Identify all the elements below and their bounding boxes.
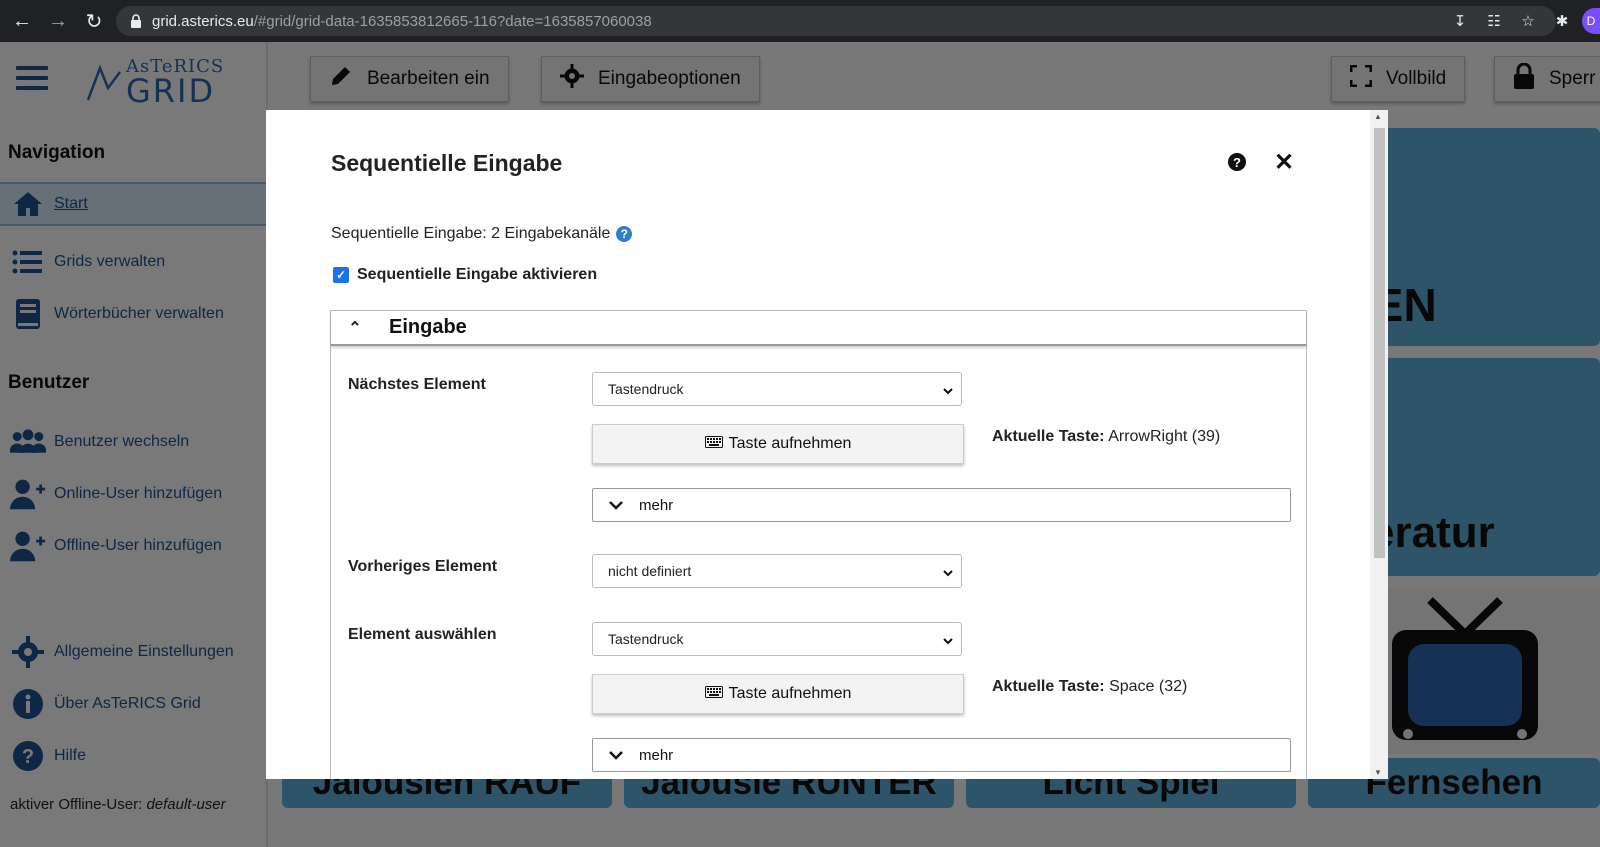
sequential-input-modal: Sequentielle Eingabe ? ✕ Sequentielle Ei… [266,110,1388,779]
url-host: grid.asterics.eu [152,12,254,30]
keyboard-icon [704,435,723,453]
current-key-select: Aktuelle Taste: Space (32) [992,678,1187,696]
forward-icon[interactable]: → [40,3,76,39]
current-key-next: Aktuelle Taste: ArrowRight (39) [992,428,1220,446]
install-icon[interactable]: ↧ [1446,8,1474,34]
enable-sequential-checkbox[interactable]: ✓ [333,267,349,283]
help-icon[interactable]: ? [1228,153,1246,171]
close-icon[interactable]: ✕ [1274,148,1294,177]
profile-avatar[interactable]: D [1582,8,1600,34]
record-key-label: Taste aufnehmen [728,435,852,452]
extensions-icon[interactable]: ✱ [1548,8,1576,34]
chevron-down-icon [943,633,953,645]
more-label: mehr [639,496,674,514]
enable-sequential-row: ✓ Sequentielle Eingabe aktivieren [333,266,597,284]
channel-info: Sequentielle Eingabe: 2 Eingabekanäle ? [331,225,633,243]
more-toggle-next[interactable]: mehr [592,488,1291,522]
translate-icon[interactable]: ☷ [1480,8,1508,34]
enable-sequential-label[interactable]: Sequentielle Eingabe aktivieren [357,266,597,284]
question-mark-icon[interactable]: ? [616,226,633,242]
next-element-select[interactable]: Tastendruck [592,372,962,406]
back-icon[interactable]: ← [4,3,40,39]
current-key-label: Aktuelle Taste: [992,428,1105,445]
modal-title: Sequentielle Eingabe [331,150,563,176]
more-toggle-select[interactable]: mehr [592,738,1291,772]
current-key-value: Space (32) [1109,678,1188,695]
address-bar[interactable]: grid.asterics.eu/#grid/grid-data-1635853… [116,6,1556,36]
select-value: nicht definiert [608,563,692,579]
next-element-label: Nächstes Element [348,376,486,393]
previous-element-select[interactable]: nicht definiert [592,554,962,588]
select-value: Tastendruck [608,381,684,397]
chevron-down-icon [943,565,953,577]
chevron-up-icon: ⌃ [348,319,362,337]
record-key-button-next[interactable]: Taste aufnehmen [592,424,964,464]
previous-element-label: Vorheriges Element [348,558,498,575]
scroll-up-icon[interactable]: ▲ [1374,112,1382,121]
select-value: Tastendruck [608,631,684,647]
bookmark-star-icon[interactable]: ☆ [1514,8,1542,34]
modal-scrollbar[interactable]: ▲ ▼ [1370,110,1388,779]
scroll-down-icon[interactable]: ▼ [1374,768,1382,777]
more-label: mehr [639,746,674,764]
current-key-label: Aktuelle Taste: [992,678,1105,695]
accordion-title: Eingabe [389,316,467,338]
chevron-down-icon [943,383,953,395]
url-path: /#grid/grid-data-1635853812665-116?date=… [253,12,652,30]
channel-info-text: Sequentielle Eingabe: 2 Eingabekanäle [331,225,611,242]
scrollbar-thumb[interactable] [1374,128,1385,558]
chevron-down-icon [593,497,639,513]
input-accordion-header[interactable]: ⌃ Eingabe [331,311,1306,346]
reload-icon[interactable]: ↻ [76,3,112,39]
lock-icon [130,14,142,28]
browser-toolbar: ← → ↻ grid.asterics.eu/#grid/grid-data-1… [0,0,1600,42]
chevron-down-icon [593,747,639,763]
select-element-select[interactable]: Tastendruck [592,622,962,656]
keyboard-icon [704,685,723,703]
select-element-label: Element auswählen [348,626,497,643]
current-key-value: ArrowRight (39) [1108,428,1221,445]
record-key-label: Taste aufnehmen [728,685,852,702]
record-key-button-select[interactable]: Taste aufnehmen [592,674,964,714]
